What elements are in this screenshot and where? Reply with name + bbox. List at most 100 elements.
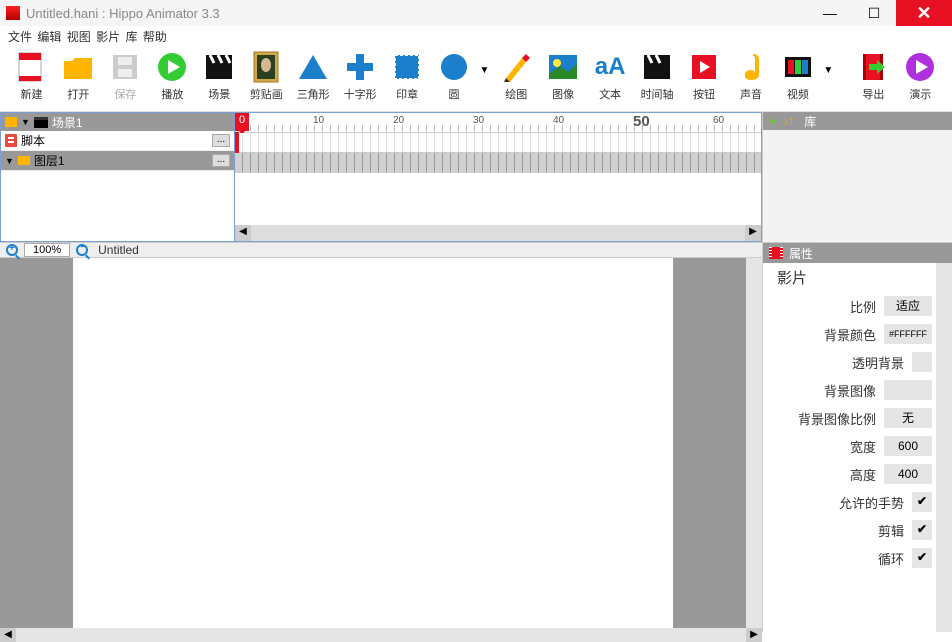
transbg-check[interactable]: [912, 352, 932, 372]
tool-stamp[interactable]: 印章: [386, 50, 429, 102]
media-dropdown[interactable]: ▼: [823, 50, 834, 90]
scroll-right[interactable]: ▶: [745, 225, 761, 241]
prop-height: 高度 400: [763, 460, 936, 488]
layer-collapse-icon[interactable]: ▼: [5, 156, 14, 166]
gesture-check[interactable]: ✔: [912, 492, 932, 512]
script-icon: [5, 134, 17, 147]
canvas-vscroll[interactable]: [746, 258, 762, 628]
properties-title: 属性: [789, 245, 813, 262]
menu-edit[interactable]: 编辑: [37, 30, 61, 44]
properties-icon: [769, 247, 783, 259]
pencil-icon: [499, 50, 533, 84]
maximize-button[interactable]: ☐: [852, 0, 896, 26]
scene-name: 场景1: [52, 114, 83, 131]
menu-movie[interactable]: 影片: [96, 30, 120, 44]
layers-panel: ▼ 场景1 脚本 ... ▼ 图层1 ...: [0, 112, 234, 242]
minimize-button[interactable]: —: [808, 0, 852, 26]
scroll-left[interactable]: ◀: [235, 225, 251, 241]
tool-draw[interactable]: 绘图: [495, 50, 538, 102]
tool-cross[interactable]: 十字形: [339, 50, 382, 102]
tool-new[interactable]: 新建: [10, 50, 53, 102]
zoom-out-icon[interactable]: [76, 244, 88, 256]
tool-scene[interactable]: 场景: [198, 50, 241, 102]
bgimgscale-value[interactable]: 无: [884, 408, 932, 428]
hscroll-right[interactable]: ▶: [746, 628, 762, 642]
clip-check[interactable]: ✔: [912, 520, 932, 540]
folder-open-icon: [61, 50, 95, 84]
triangle-icon: [296, 50, 330, 84]
menu-library[interactable]: 库: [125, 30, 137, 44]
stage[interactable]: [73, 258, 673, 628]
script-frames[interactable]: [235, 133, 761, 153]
canvas-hscroll[interactable]: ◀ ▶: [0, 628, 762, 642]
layer-label: 图层1: [34, 152, 65, 169]
app-icon: [6, 6, 20, 20]
timeline-scrollbar[interactable]: ◀ ▶: [235, 225, 761, 241]
zoom-in-icon[interactable]: [6, 244, 18, 256]
menu-file[interactable]: 文件: [8, 30, 32, 44]
tool-save[interactable]: 保存: [104, 50, 147, 102]
window-title: Untitled.hani : Hippo Animator 3.3: [26, 6, 808, 21]
sound-icon: [734, 50, 768, 84]
circle-icon: [437, 50, 471, 84]
demo-icon: [903, 50, 937, 84]
close-button[interactable]: ✕: [896, 0, 952, 26]
library-header: + ↓↑ 库: [763, 112, 952, 130]
video-icon: [781, 50, 815, 84]
tool-open[interactable]: 打开: [57, 50, 100, 102]
layer-row[interactable]: ▼ 图层1 ...: [1, 151, 234, 171]
timeline-ruler[interactable]: 0 10 20 30 40 50 60: [235, 113, 761, 133]
tool-clipart[interactable]: 剪贴画: [245, 50, 288, 102]
scale-value[interactable]: 适应: [884, 296, 932, 316]
tool-timeline[interactable]: 时间轴: [636, 50, 679, 102]
tool-export[interactable]: 导出: [852, 50, 895, 102]
script-row[interactable]: 脚本 ...: [1, 131, 234, 151]
cross-icon: [343, 50, 377, 84]
script-options[interactable]: ...: [212, 134, 230, 147]
save-icon: [108, 50, 142, 84]
tool-circle[interactable]: 圆: [433, 50, 476, 102]
canvas-header: 100% Untitled: [0, 243, 762, 258]
stage-viewport[interactable]: [0, 258, 746, 628]
zoom-value[interactable]: 100%: [24, 243, 70, 257]
text-icon: aA: [593, 50, 627, 84]
library-title: 库: [804, 113, 816, 130]
hscroll-left[interactable]: ◀: [0, 628, 16, 642]
tool-play[interactable]: 播放: [151, 50, 194, 102]
scene-header[interactable]: ▼ 场景1: [1, 113, 234, 131]
width-value[interactable]: 600: [884, 436, 932, 456]
bgcolor-value[interactable]: #FFFFFF: [884, 324, 932, 344]
loop-check[interactable]: ✔: [912, 548, 932, 568]
image-icon: [546, 50, 580, 84]
tool-video[interactable]: 视频: [776, 50, 819, 102]
tool-triangle[interactable]: 三角形: [292, 50, 335, 102]
tool-image[interactable]: 图像: [542, 50, 585, 102]
timeline-icon: [640, 50, 674, 84]
library-sort-icon[interactable]: ↓↑: [783, 115, 794, 127]
properties-scrollbar[interactable]: [936, 263, 952, 632]
tool-sound[interactable]: 声音: [730, 50, 773, 102]
stamp-icon: [390, 50, 424, 84]
library-add-icon[interactable]: +: [769, 113, 777, 129]
prop-bgimgscale: 背景图像比例 无: [763, 404, 936, 432]
tool-button[interactable]: 按钮: [683, 50, 726, 102]
tool-demo[interactable]: 演示: [899, 50, 942, 102]
play-icon: [155, 50, 189, 84]
shape-dropdown[interactable]: ▼: [480, 50, 491, 90]
prop-gesture: 允许的手势 ✔: [763, 488, 936, 516]
prop-loop: 循环 ✔: [763, 544, 936, 572]
frame-current: 0: [239, 114, 245, 126]
prop-width: 宽度 600: [763, 432, 936, 460]
collapse-icon[interactable]: ▼: [21, 117, 30, 127]
scene-clapper-icon: [34, 117, 48, 128]
layer-options[interactable]: ...: [212, 154, 230, 167]
menu-view[interactable]: 视图: [67, 30, 91, 44]
export-icon: [856, 50, 890, 84]
height-value[interactable]: 400: [884, 464, 932, 484]
layer-frames[interactable]: [235, 153, 761, 173]
document-name: Untitled: [98, 243, 139, 257]
menu-help[interactable]: 帮助: [143, 30, 167, 44]
bgimg-value[interactable]: [884, 380, 932, 400]
tool-text[interactable]: aA 文本: [589, 50, 632, 102]
prop-bgcolor: 背景颜色 #FFFFFF: [763, 320, 936, 348]
